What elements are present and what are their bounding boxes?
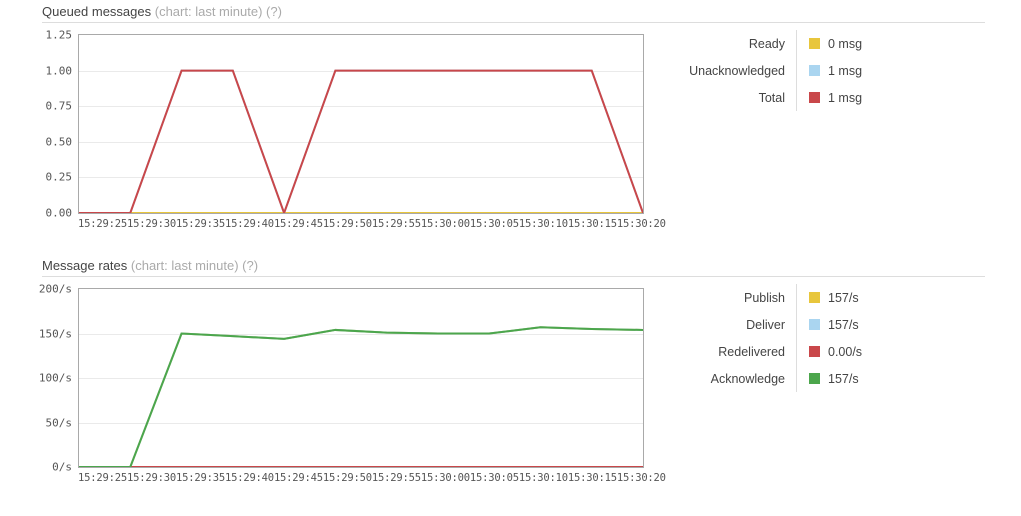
legend-value: 157/s (828, 371, 859, 386)
message-rates-plot: 0/s 50/s 100/s 150/s 200/s 15:29:25 15:29:30 1… (0, 282, 700, 494)
section-title-subtitle: (chart: last minute) (130, 258, 239, 273)
legend-color-swatch (809, 65, 820, 76)
help-link[interactable]: (?) (242, 258, 258, 273)
series-lines (79, 326, 643, 467)
legend-divider (796, 338, 797, 365)
legend-color-swatch (809, 373, 820, 384)
series-line (79, 326, 643, 467)
x-axis-tick: 15:29:35 (175, 218, 225, 230)
message-rates-title: Message rates (chart: last minute) (?) (42, 258, 258, 273)
legend-row: Publish 157/s (660, 284, 910, 311)
y-axis-tick: 1.00 (45, 64, 73, 78)
x-axis-tick: 15:30:00 (420, 472, 470, 484)
legend-label: Total (758, 90, 785, 105)
legend-divider (796, 57, 797, 84)
legend-color-swatch (809, 92, 820, 103)
x-axis-tick: 15:30:20 (616, 472, 666, 484)
x-axis-tick: 15:30:05 (469, 218, 519, 230)
legend-color-swatch (809, 292, 820, 303)
x-axis-tick: 15:29:30 (126, 218, 176, 230)
x-axis-tick: 15:30:00 (420, 218, 470, 230)
y-axis-tick: 100/s (38, 371, 72, 385)
series-lines (79, 69, 643, 213)
legend-color-swatch (809, 319, 820, 330)
legend-label: Ready (748, 36, 785, 51)
x-axis-tick: 15:30:10 (518, 472, 568, 484)
x-axis-tick: 15:29:25 (78, 472, 127, 484)
y-axis-labels: 0/s 50/s 100/s 150/s 200/s (0, 283, 73, 474)
y-axis-tick: 0.00 (45, 206, 73, 220)
legend-label: Deliver (746, 317, 785, 332)
legend-color-swatch (809, 38, 820, 49)
queued-messages-plot: 0.00 0.25 0.50 0.75 1.00 1.25 15:29:25 15:29:3… (0, 28, 700, 240)
title-divider (42, 22, 985, 23)
legend-row: Redelivered 0.00/s (660, 338, 910, 365)
legend-row: Ready 0 msg (660, 30, 910, 57)
message-rates-legend: Publish 157/s Deliver 157/s Redelivered 0.00/… (660, 284, 910, 392)
legend-value: 1 msg (828, 90, 863, 105)
legend-color-swatch (809, 346, 820, 357)
legend-row: Unacknowledged 1 msg (660, 57, 910, 84)
legend-value: 1 msg (828, 63, 863, 78)
legend-value: 0 msg (828, 36, 863, 51)
x-axis-tick: 15:30:10 (518, 218, 568, 230)
x-axis-tick: 15:30:05 (469, 472, 519, 484)
section-title-main: Queued messages (42, 4, 152, 19)
series-line (79, 69, 643, 213)
legend-label: Redelivered (718, 344, 785, 359)
x-axis-tick: 15:30:15 (567, 472, 617, 484)
x-axis-tick: 15:29:40 (224, 472, 274, 484)
y-axis-tick: 0.75 (45, 99, 73, 113)
title-divider (42, 276, 985, 277)
y-axis-tick: 50/s (45, 416, 73, 429)
x-axis-tick: 15:30:20 (616, 218, 666, 230)
y-axis-tick: 0.50 (45, 135, 73, 149)
y-axis-tick: 1.25 (45, 28, 73, 42)
legend-label: Acknowledge (710, 371, 785, 386)
legend-value: 0.00/s (828, 344, 863, 359)
plot-area (78, 288, 644, 468)
legend-row: Deliver 157/s (660, 311, 910, 338)
series-line (79, 69, 643, 213)
y-axis-tick: 200/s (38, 282, 72, 296)
legend-value: 157/s (828, 317, 859, 332)
legend-divider (796, 30, 797, 57)
x-axis-tick: 15:29:35 (175, 472, 225, 484)
x-axis-labels: 15:29:25 15:29:30 15:29:35 15:29:40 15:29:45… (78, 218, 666, 230)
legend-row: Total 1 msg (660, 84, 910, 111)
legend-divider (796, 365, 797, 392)
x-axis-tick: 15:29:25 (78, 218, 127, 230)
legend-row: Acknowledge 157/s (660, 365, 910, 392)
series-line (79, 326, 643, 467)
legend-divider (796, 311, 797, 338)
legend-label: Unacknowledged (689, 63, 785, 78)
help-link[interactable]: (?) (266, 4, 282, 19)
x-axis-tick: 15:30:15 (567, 218, 617, 230)
queued-messages-legend: Ready 0 msg Unacknowledged 1 msg Total 1 msg (660, 30, 910, 111)
x-axis-tick: 15:29:55 (371, 218, 421, 230)
x-axis-tick: 15:29:45 (273, 472, 323, 484)
x-axis-tick: 15:29:40 (224, 218, 274, 230)
legend-value: 157/s (828, 290, 859, 305)
y-axis-tick: 150/s (38, 327, 72, 340)
series-line (79, 326, 643, 467)
section-title-main: Message rates (42, 258, 128, 273)
y-axis-tick: 0/s (52, 460, 72, 474)
y-axis-labels: 0.00 0.25 0.50 0.75 1.00 1.25 (0, 29, 73, 220)
queued-messages-title: Queued messages (chart: last minute) (?) (42, 4, 282, 19)
legend-divider (796, 284, 797, 311)
y-axis-tick: 0.25 (45, 170, 73, 184)
x-axis-tick: 15:29:55 (371, 472, 421, 484)
x-axis-tick: 15:29:50 (322, 218, 372, 230)
x-axis-labels: 15:29:25 15:29:30 15:29:35 15:29:40 15:29:45… (78, 472, 666, 484)
section-title-subtitle: (chart: last minute) (154, 4, 263, 19)
legend-divider (796, 84, 797, 111)
legend-label: Publish (744, 290, 785, 305)
plot-area (78, 34, 644, 214)
x-axis-tick: 15:29:50 (322, 472, 372, 484)
x-axis-tick: 15:29:30 (126, 472, 176, 484)
x-axis-tick: 15:29:45 (273, 218, 323, 230)
